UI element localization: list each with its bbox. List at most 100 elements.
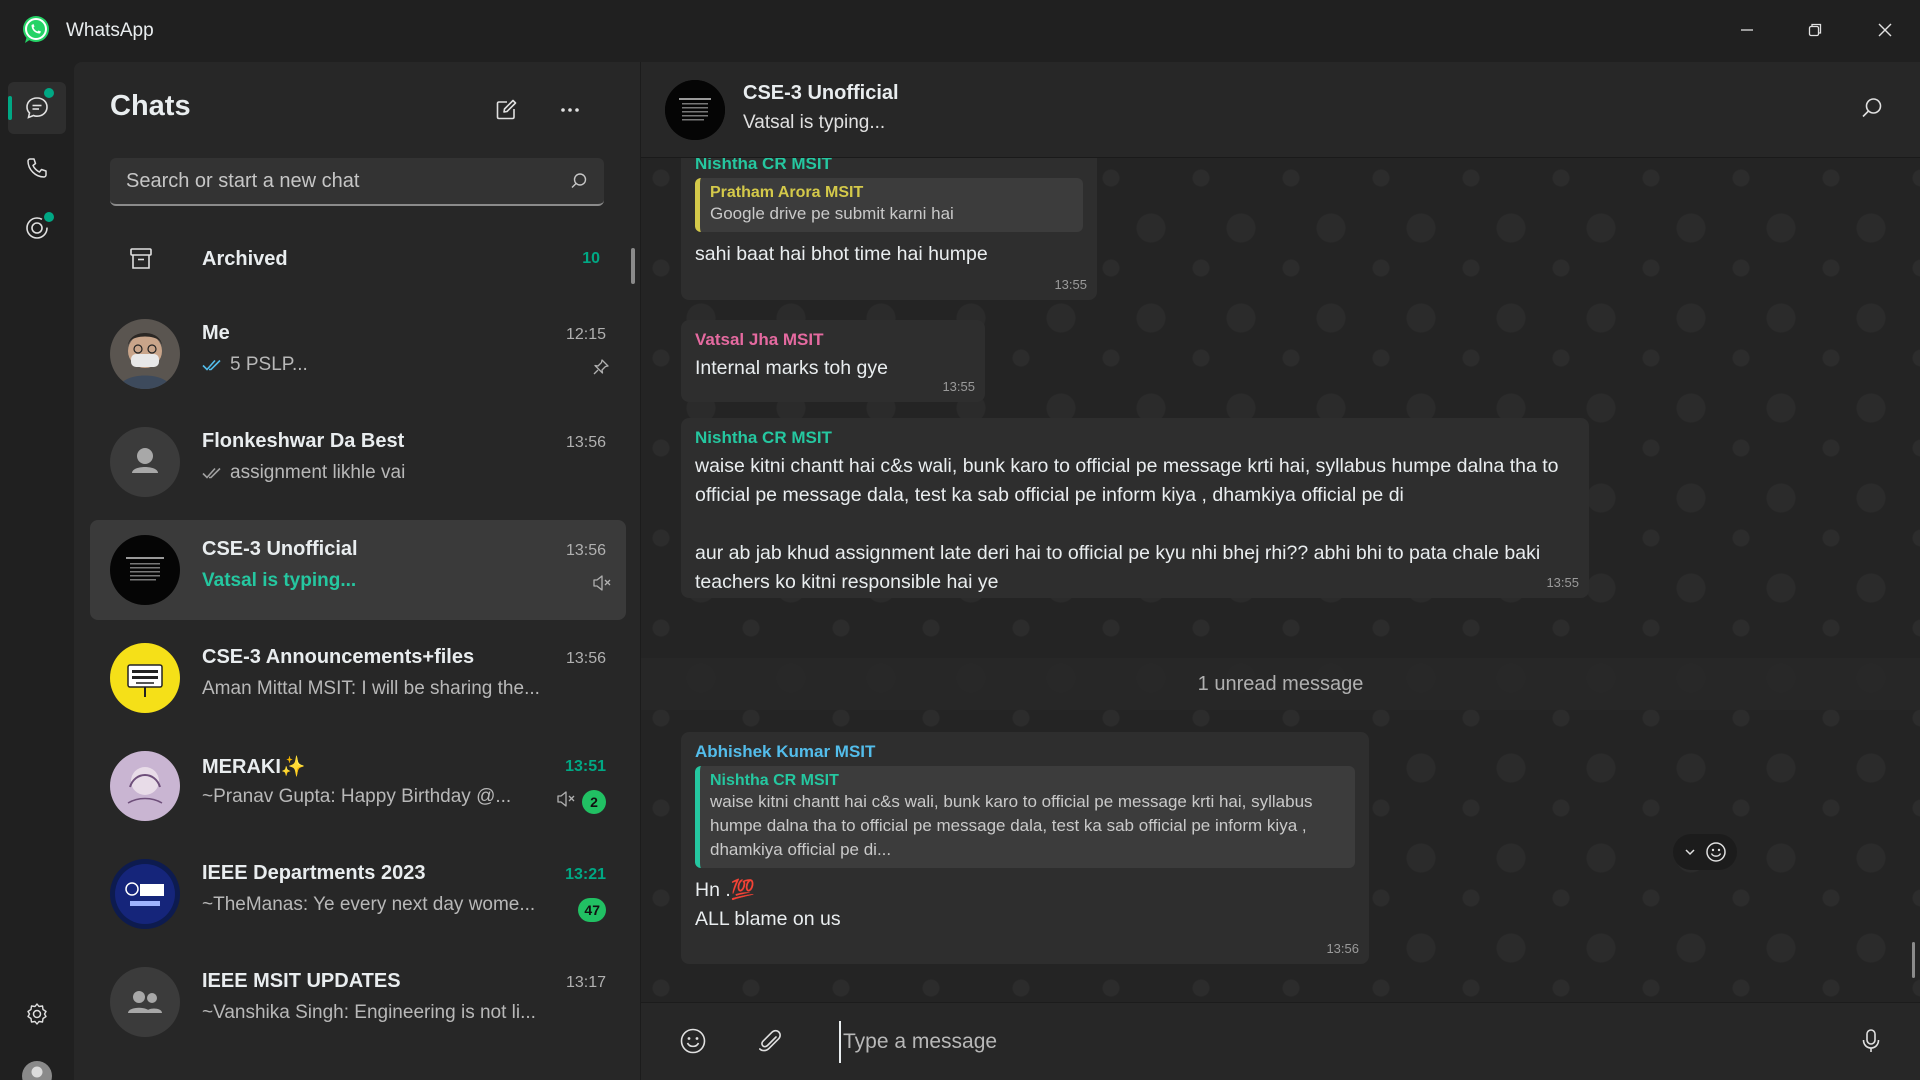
message-input[interactable] bbox=[839, 1021, 1739, 1063]
chat-preview-text: Aman Mittal MSIT: I will be sharing the.… bbox=[202, 678, 540, 699]
mute-icon bbox=[592, 574, 612, 592]
chat-name: CSE-3 Announcements+files bbox=[202, 646, 475, 668]
attach-icon[interactable] bbox=[757, 1027, 783, 1055]
chat-time: 13:17 bbox=[565, 974, 606, 991]
chat-preview-text: assignment likhle vai bbox=[230, 462, 406, 483]
chat-preview: ~Pranav Gupta: Happy Birthday @... bbox=[202, 786, 538, 808]
message-sender: Nishtha CR MSIT bbox=[695, 428, 832, 447]
navigation-rail bbox=[0, 62, 74, 1080]
mute-icon bbox=[556, 790, 576, 808]
chat-name: IEEE MSIT UPDATES bbox=[202, 970, 401, 992]
microphone-icon[interactable] bbox=[1859, 1027, 1883, 1055]
new-chat-icon[interactable] bbox=[488, 92, 524, 128]
group-avatar-image bbox=[665, 80, 725, 140]
message-text: Internal marks toh gye bbox=[695, 357, 888, 379]
conversation-title-label: CSE-3 Unofficial bbox=[743, 82, 899, 104]
unread-dot bbox=[44, 88, 54, 98]
app-title: WhatsApp bbox=[66, 20, 154, 41]
message-bubble[interactable]: Nishtha CR MSIT waise kitni chantt hai c… bbox=[681, 418, 1589, 598]
emoji-reaction-icon[interactable] bbox=[1705, 841, 1727, 863]
chat-item-ieee-msit-updates[interactable]: IEEE MSIT UPDATES 13:17 ~Vanshika Singh:… bbox=[90, 952, 626, 1052]
close-icon[interactable] bbox=[1862, 10, 1908, 50]
archive-icon bbox=[128, 246, 154, 272]
title-bar: WhatsApp bbox=[0, 0, 1920, 62]
avatar bbox=[110, 751, 180, 821]
emoji-icon[interactable] bbox=[679, 1027, 707, 1055]
chat-item-ieee-departments[interactable]: IEEE Departments 2023 13:21 ~TheManas: Y… bbox=[90, 844, 626, 944]
chat-preview: ~Vanshika Singh: Engineering is not li..… bbox=[202, 1002, 582, 1024]
chat-preview: assignment likhle vai bbox=[202, 462, 582, 484]
message-bubble[interactable]: Abhishek Kumar MSIT Nishtha CR MSIT wais… bbox=[681, 732, 1369, 964]
message-actions bbox=[1673, 834, 1737, 870]
quoted-sender: Nishtha CR MSIT bbox=[710, 772, 839, 789]
profile-icon[interactable] bbox=[8, 1050, 66, 1080]
message-sender: Abhishek Kumar MSIT bbox=[695, 742, 876, 761]
chat-preview: 5 PSLP... bbox=[202, 354, 582, 376]
search-icon bbox=[570, 172, 588, 190]
quoted-text: waise kitni chantt hai c&s wali, bunk ka… bbox=[710, 792, 1313, 859]
chat-time: 12:15 bbox=[565, 326, 606, 343]
chat-name: Flonkeshwar Da Best bbox=[202, 430, 405, 452]
avatar bbox=[110, 643, 180, 713]
message-composer bbox=[641, 1002, 1920, 1080]
chat-time: 13:51 bbox=[565, 758, 606, 775]
conversation-scrollbar[interactable] bbox=[1912, 942, 1915, 978]
chat-item-cse3-unofficial[interactable]: CSE-3 Unofficial 13:56 Vatsal is typing.… bbox=[90, 520, 626, 620]
chat-time: 13:56 bbox=[565, 542, 606, 559]
pin-icon bbox=[592, 358, 610, 376]
search-box bbox=[110, 158, 604, 206]
typing-status-label: Vatsal is typing... bbox=[743, 112, 886, 133]
more-options-icon[interactable] bbox=[552, 92, 588, 128]
chat-time: 13:56 bbox=[565, 650, 606, 667]
message-time: 13:55 bbox=[942, 379, 975, 394]
active-indicator bbox=[8, 96, 12, 120]
quoted-text: Google drive pe submit karni hai bbox=[710, 204, 954, 223]
conversation-search-icon[interactable] bbox=[1860, 96, 1884, 120]
chat-preview: Aman Mittal MSIT: I will be sharing the.… bbox=[202, 678, 582, 700]
message-time: 13:55 bbox=[1546, 575, 1579, 590]
chat-name: Me bbox=[202, 322, 230, 344]
message-time: 13:55 bbox=[1054, 277, 1087, 292]
search-input[interactable] bbox=[110, 158, 550, 204]
maximize-icon[interactable] bbox=[1792, 10, 1838, 50]
status-dot bbox=[44, 212, 54, 222]
avatar bbox=[110, 427, 180, 497]
chat-item-meraki[interactable]: MERAKI✨ 13:51 ~Pranav Gupta: Happy Birth… bbox=[90, 736, 626, 836]
message-bubble[interactable]: Vatsal Jha MSIT Internal marks toh gye 1… bbox=[681, 320, 985, 402]
archived-label: Archived bbox=[202, 248, 288, 270]
message-text: waise kitni chantt hai c&s wali, bunk ka… bbox=[695, 455, 1559, 593]
archived-row[interactable]: Archived 10 bbox=[90, 228, 620, 292]
chat-preview-text: ~Pranav Gupta: Happy Birthday @... bbox=[202, 786, 512, 807]
status-icon[interactable] bbox=[8, 202, 66, 254]
avatar bbox=[110, 859, 180, 929]
whatsapp-logo-icon bbox=[20, 14, 52, 46]
chats-title: Chats bbox=[110, 90, 191, 122]
chat-list-scrollbar[interactable] bbox=[631, 248, 635, 284]
settings-icon[interactable] bbox=[8, 988, 66, 1040]
quoted-message[interactable]: Pratham Arora MSIT Google drive pe submi… bbox=[695, 178, 1083, 232]
message-text: sahi baat hai bhot time hai humpe bbox=[695, 243, 988, 265]
chats-icon[interactable] bbox=[8, 82, 66, 134]
chat-preview: ~TheManas: Ye every next day wome... bbox=[202, 894, 562, 916]
message-bubble[interactable]: Nishtha CR MSIT Pratham Arora MSIT Googl… bbox=[681, 144, 1097, 300]
message-text: Hn .💯 ALL blame on us bbox=[695, 879, 841, 930]
message-time: 13:56 bbox=[1326, 941, 1359, 956]
unread-badge: 47 bbox=[578, 898, 606, 922]
calls-icon[interactable] bbox=[8, 142, 66, 194]
unread-badge: 2 bbox=[582, 790, 606, 814]
chat-item-me[interactable]: Me 12:15 5 PSLP... bbox=[90, 304, 626, 404]
chat-name: CSE-3 Unofficial bbox=[202, 538, 358, 560]
quoted-message[interactable]: Nishtha CR MSIT waise kitni chantt hai c… bbox=[695, 766, 1355, 868]
archived-count: 10 bbox=[582, 250, 600, 267]
delivered-receipt-icon bbox=[202, 466, 224, 480]
chat-item-flonkeshwar[interactable]: Flonkeshwar Da Best 13:56 assignment lik… bbox=[90, 412, 626, 512]
avatar bbox=[110, 319, 180, 389]
avatar bbox=[110, 967, 180, 1037]
chevron-down-icon[interactable] bbox=[1683, 845, 1697, 859]
avatar bbox=[110, 535, 180, 605]
chat-name: IEEE Departments 2023 bbox=[202, 862, 426, 884]
message-sender: Vatsal Jha MSIT bbox=[695, 330, 824, 349]
chat-item-cse3-announcements[interactable]: CSE-3 Announcements+files 13:56 Aman Mit… bbox=[90, 628, 626, 728]
chat-name: MERAKI✨ bbox=[202, 756, 306, 778]
minimize-icon[interactable] bbox=[1724, 10, 1770, 50]
